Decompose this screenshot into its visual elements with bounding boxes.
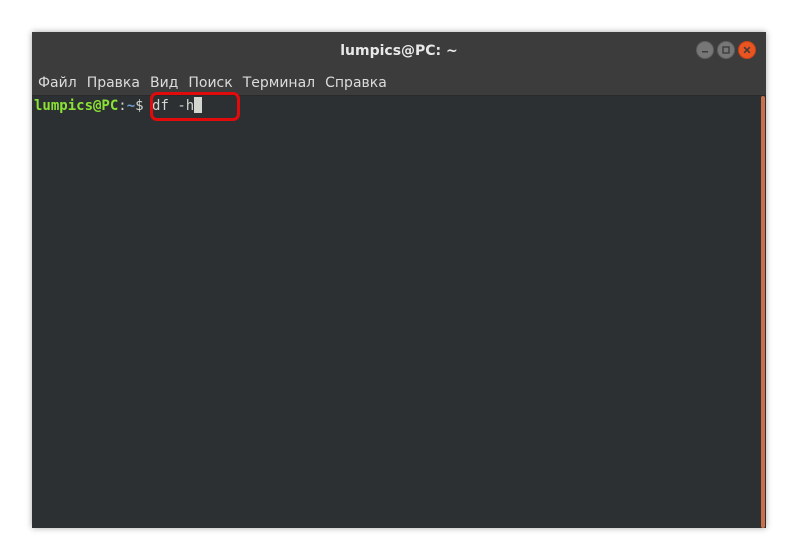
prompt-user: lumpics@PC [34,98,119,114]
scrollbar[interactable] [760,96,766,528]
maximize-button[interactable] [717,41,735,59]
window-title: lumpics@PC: ~ [340,43,458,59]
prompt-path: ~ [126,98,136,114]
highlight-annotation [150,92,240,121]
maximize-icon [722,46,730,54]
terminal-window: lumpics@PC: ~ Файл Правка Вид Поиск Терм… [32,32,766,528]
menu-file[interactable]: Файл [38,70,77,96]
prompt-dollar: $ [135,98,144,114]
minimize-button[interactable] [696,41,714,59]
close-button[interactable] [738,41,756,59]
menu-terminal[interactable]: Терминал [243,70,315,96]
prompt-separator: : [118,98,127,114]
menu-help[interactable]: Справка [325,70,387,96]
close-icon [743,46,751,54]
window-controls [696,41,756,59]
terminal-area[interactable]: lumpics@PC:~$ df -h [32,96,760,528]
menu-edit[interactable]: Правка [87,70,140,96]
minimize-icon [702,51,708,53]
scrollbar-thumb[interactable] [761,96,765,528]
menu-bar: Файл Правка Вид Поиск Терминал Справка [32,70,766,96]
title-bar[interactable]: lumpics@PC: ~ [32,32,766,70]
